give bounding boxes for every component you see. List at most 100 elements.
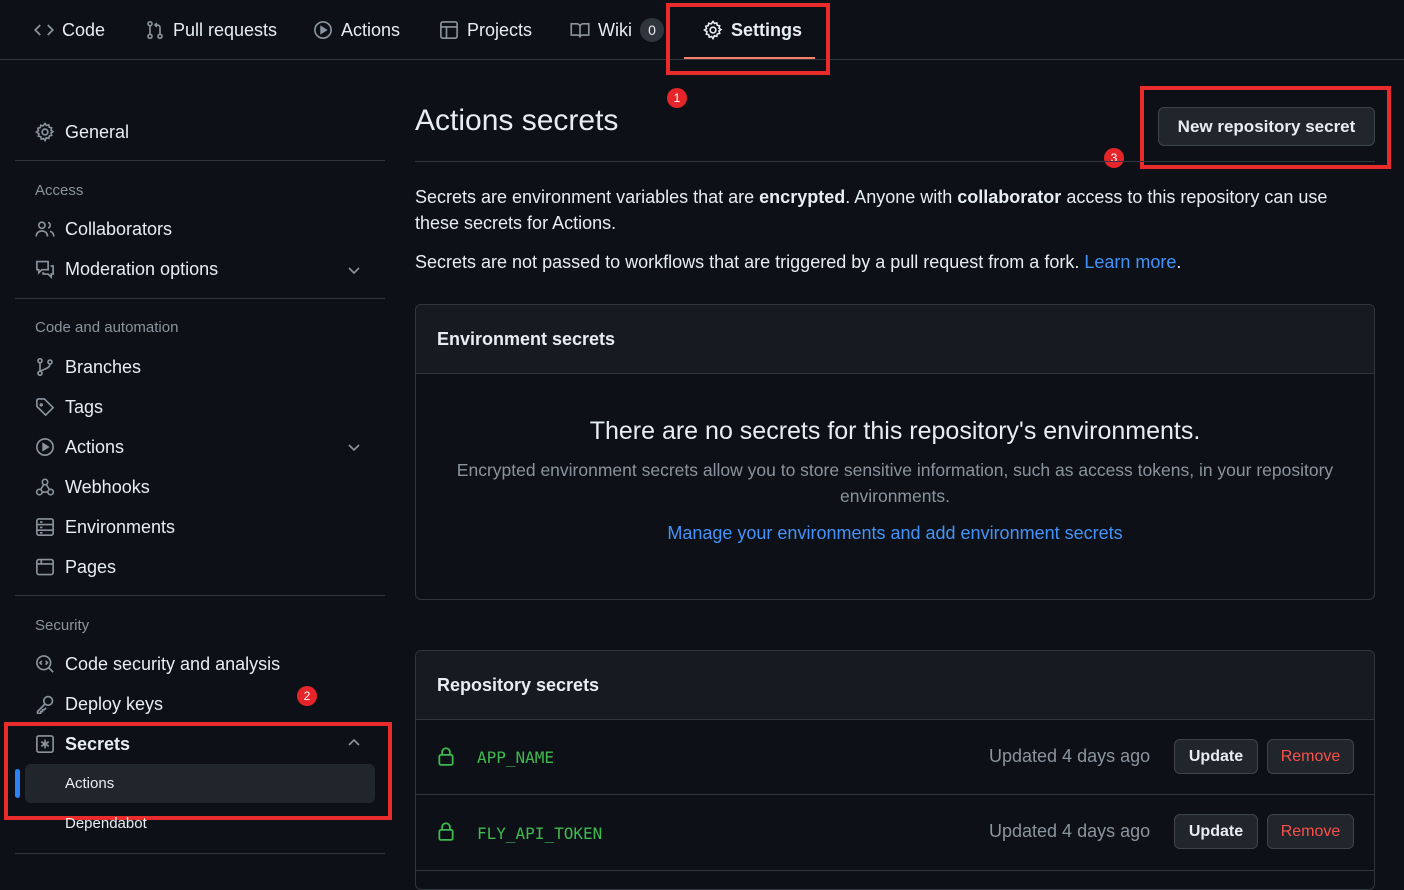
sidebar-item-label: Webhooks (65, 476, 150, 497)
people-icon (35, 219, 55, 239)
tab-actions[interactable]: Actions (313, 0, 400, 60)
fork-note-text: Secrets are not passed to workflows that… (415, 252, 1085, 272)
empty-state-title: There are no secrets for this repository… (589, 417, 1201, 445)
tab-label: Wiki (598, 19, 632, 40)
sidebar-subitem-dependabot[interactable]: Dependabot (65, 815, 147, 832)
secret-updated: Updated 4 days ago (989, 821, 1151, 841)
tab-code[interactable]: Code (34, 0, 105, 60)
repository-secrets-heading: Repository secrets (416, 651, 1374, 720)
play-icon (313, 20, 333, 40)
lock-icon (437, 821, 455, 841)
browser-icon (35, 557, 55, 577)
sidebar-item-collaborators[interactable]: Collaborators (35, 211, 172, 247)
sidebar-item-label: Moderation options (65, 258, 219, 279)
code-icon (34, 20, 54, 40)
intro-paragraph: Secrets are environment variables that a… (415, 184, 1355, 236)
comment-discussion-icon (35, 259, 55, 279)
environment-secrets-box: Environment secrets There are no secrets… (415, 304, 1375, 600)
sidebar-item-label: Branches (65, 356, 142, 377)
sidebar-heading-security: Security (35, 617, 90, 634)
git-branch-icon (35, 357, 55, 377)
table-icon (439, 20, 459, 40)
sidebar-item-code-security[interactable]: Code security and analysis (35, 646, 280, 682)
sidebar-item-label: Pages (65, 556, 117, 577)
remove-button[interactable]: Remove (1267, 739, 1354, 774)
asterisk-box-icon (35, 734, 55, 754)
fork-note-paragraph: Secrets are not passed to workflows that… (415, 249, 1355, 275)
sidebar-divider (15, 853, 385, 854)
sidebar-item-label: Tags (65, 396, 104, 417)
chevron-down-icon[interactable] (346, 439, 362, 455)
sidebar-divider (15, 160, 385, 161)
sidebar-item-label: Actions (65, 436, 125, 457)
intro-text: . Anyone with (845, 187, 958, 207)
sidebar-subitem-actions[interactable]: Actions (25, 764, 375, 803)
chevron-down-icon[interactable] (346, 262, 362, 278)
environment-secrets-heading: Environment secrets (416, 305, 1374, 374)
tab-label: Projects (467, 19, 533, 40)
update-button[interactable]: Update (1174, 814, 1258, 849)
update-button[interactable]: Update (1174, 739, 1258, 774)
title-divider (415, 161, 1375, 162)
sidebar-item-label: Collaborators (65, 218, 173, 239)
table-row: APP_NAME Updated 4 days ago Update Remov… (416, 719, 1374, 795)
server-icon (35, 517, 55, 537)
step-badge-1: 1 (667, 88, 687, 108)
webhook-icon (35, 477, 55, 497)
sidebar-item-webhooks[interactable]: Webhooks (35, 469, 150, 505)
tab-label: Actions (341, 19, 401, 40)
tab-wiki[interactable]: Wiki 0 (570, 0, 664, 60)
page-title: Actions secrets (415, 104, 619, 137)
remove-button[interactable]: Remove (1267, 814, 1354, 849)
sidebar-item-tags[interactable]: Tags (35, 389, 103, 425)
sidebar-item-moderation[interactable]: Moderation options (35, 251, 218, 287)
period: . (1176, 252, 1182, 272)
sidebar-heading-access: Access (35, 182, 84, 199)
intro-text: Secrets are environment variables that a… (415, 187, 760, 207)
git-pull-request-icon (145, 20, 165, 40)
sidebar-item-general[interactable]: General (35, 114, 129, 150)
key-icon (35, 694, 55, 714)
intro-emphasis: collaborator (957, 187, 1062, 207)
table-row: FLY_API_TOKEN Updated 4 days ago Update … (416, 795, 1374, 871)
lock-icon (437, 746, 455, 766)
sidebar-item-environments[interactable]: Environments (35, 509, 175, 545)
sidebar-item-label: Actions (65, 775, 115, 792)
sidebar-item-actions[interactable]: Actions (35, 429, 124, 465)
play-icon (35, 437, 55, 457)
sidebar-item-label: Deploy keys (65, 693, 164, 714)
step-badge-3: 3 (1104, 148, 1124, 168)
secret-updated: Updated 4 days ago (989, 746, 1151, 766)
tab-pull-requests[interactable]: Pull requests (145, 0, 277, 60)
tab-label: Pull requests (173, 19, 278, 40)
book-icon (570, 20, 590, 40)
sidebar-item-branches[interactable]: Branches (35, 349, 141, 385)
secret-name: APP_NAME (477, 748, 555, 767)
repository-secrets-box: Repository secrets APP_NAME Updated 4 da… (415, 650, 1375, 890)
sidebar-item-label: Code security and analysis (65, 653, 281, 674)
secret-name: FLY_API_TOKEN (477, 824, 603, 843)
intro-emphasis: encrypted (759, 187, 846, 207)
tab-projects[interactable]: Projects (439, 0, 532, 60)
tag-icon (35, 397, 55, 417)
tab-label: Code (62, 19, 106, 40)
chevron-up-icon[interactable] (346, 735, 362, 751)
gear-icon (35, 122, 55, 142)
wiki-count-badge: 0 (640, 18, 664, 42)
sidebar-item-pages[interactable]: Pages (35, 549, 116, 585)
sidebar-item-label: Environments (65, 516, 176, 537)
step-badge-2: 2 (297, 686, 317, 706)
empty-state-description: Encrypted environment secrets allow you … (456, 460, 1334, 506)
learn-more-link[interactable]: Learn more (1084, 252, 1176, 272)
sidebar-item-deploy-keys[interactable]: Deploy keys (35, 686, 163, 722)
sidebar-item-secrets[interactable]: Secrets (35, 726, 130, 762)
sidebar-item-label: Secrets (65, 733, 131, 754)
codescan-icon (35, 654, 55, 674)
manage-environments-link[interactable]: Manage your environments and add environ… (416, 523, 1374, 544)
sidebar-heading-code-automation: Code and automation (35, 319, 179, 336)
sidebar-item-label: General (65, 121, 130, 142)
active-item-indicator (15, 769, 20, 798)
sidebar-divider (15, 298, 385, 299)
new-repository-secret-button[interactable]: New repository secret (1158, 107, 1375, 146)
sidebar-divider (15, 595, 385, 596)
